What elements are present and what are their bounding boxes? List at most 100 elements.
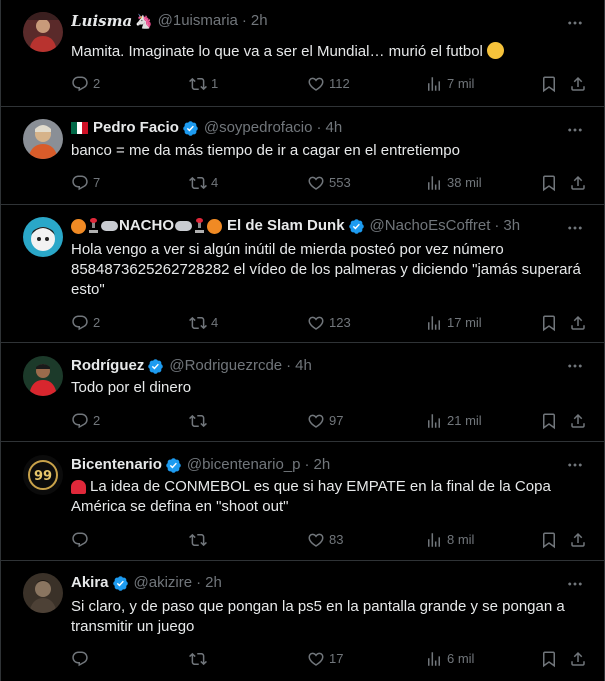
bookmark-icon [540,650,558,668]
heart-icon [307,174,325,192]
avatar[interactable] [23,119,63,159]
tweet-text-body: Mamita. Imaginate lo que va a ser el Mun… [71,43,483,60]
retweet-icon [189,75,207,93]
views-button[interactable]: 21 mil [425,411,482,431]
retweet-count: 4 [211,315,219,330]
handle[interactable]: @NachoEsCoffret [370,216,491,236]
share-button[interactable] [569,411,587,431]
reply-button[interactable]: 2 [71,313,100,333]
views-button[interactable]: 17 mil [425,313,482,333]
display-name[interactable]: Pedro Facio [93,118,179,138]
verified-badge-icon [165,457,182,474]
tweet-text-body: banco = me da más tiempo de ir a cagar e… [71,142,460,159]
like-button[interactable]: 97 [307,411,343,431]
timestamp[interactable]: 2h [205,573,222,593]
share-button[interactable] [569,173,587,193]
retweet-button[interactable]: 1 [189,74,218,94]
share-button[interactable] [569,649,587,669]
share-button[interactable] [569,313,587,333]
like-button[interactable]: 553 [307,173,351,193]
display-name[interactable]: NACHO [119,216,174,236]
views-button[interactable]: 7 mil [425,74,474,94]
reply-button[interactable]: 2 [71,411,100,431]
retweet-icon [189,531,207,549]
handle[interactable]: @Rodriguezrcde [169,356,282,376]
tweet-header: Pedro Facio @soypedrofacio · 4h [71,118,564,138]
tweet[interactable]: Akira @akizire · 2h Si claro, y de paso … [1,561,604,681]
tweet[interactable]: NACHO El de Slam Dunk @NachoEsCoffret · … [1,205,604,343]
handle[interactable]: @1uismaria [158,11,238,31]
more-icon[interactable] [566,456,584,474]
timestamp[interactable]: 4h [295,356,312,376]
more-icon[interactable] [566,219,584,237]
display-name[interactable]: Bicentenario [71,455,162,475]
retweet-button[interactable] [189,411,211,431]
display-name-suffix[interactable]: El de Slam Dunk [227,216,345,236]
avatar[interactable] [23,12,63,52]
bookmark-button[interactable] [540,173,558,193]
more-icon[interactable] [566,357,584,375]
reply-icon [71,314,89,332]
retweet-icon [189,174,207,192]
bookmark-icon [540,314,558,332]
tweet-actions: 83 8 mil [71,530,584,550]
reply-count: 7 [93,175,101,190]
like-count: 553 [329,175,351,190]
tweet-text-body: La idea de CONMEBOL es que si hay EMPATE… [71,478,551,515]
views-button[interactable]: 38 mil [425,173,482,193]
bookmark-button[interactable] [540,313,558,333]
display-name[interactable]: Akira [71,573,109,593]
bookmark-button[interactable] [540,411,558,431]
reply-button[interactable] [71,530,93,550]
tweet-actions: 7 4 553 38 mil [71,173,584,193]
share-button[interactable] [569,74,587,94]
bookmark-button[interactable] [540,530,558,550]
separator: · [494,217,500,234]
display-name[interactable]: Luisma [71,11,132,31]
like-button[interactable]: 17 [307,649,343,669]
like-count: 83 [329,532,344,547]
tweet-actions: 2 4 123 17 mil [71,313,584,333]
tweet-header: Akira @akizire · 2h [71,573,564,593]
bookmark-button[interactable] [540,74,558,94]
like-button[interactable]: 123 [307,313,351,333]
handle[interactable]: @akizire [134,573,193,593]
views-icon [425,174,443,192]
timestamp[interactable]: 2h [314,455,331,475]
reply-button[interactable]: 2 [71,74,100,94]
retweet-button[interactable]: 4 [189,173,218,193]
tweet[interactable]: Luisma 🦄 @1uismaria · 2h Mamita. Imagina… [1,0,604,107]
tweet[interactable]: Pedro Facio @soypedrofacio · 4h banco = … [1,107,604,205]
verified-badge-icon [348,218,365,235]
more-icon[interactable] [566,14,584,32]
reply-count: 2 [93,76,101,91]
reply-count: 2 [93,315,101,330]
view-count: 7 mil [447,76,475,91]
retweet-button[interactable] [189,530,211,550]
handle[interactable]: @soypedrofacio [204,118,313,138]
retweet-button[interactable]: 4 [189,313,218,333]
avatar[interactable]: 99 [23,455,63,495]
share-button[interactable] [569,530,587,550]
more-icon[interactable] [566,121,584,139]
avatar[interactable] [23,356,63,396]
bookmark-button[interactable] [540,649,558,669]
views-button[interactable]: 6 mil [425,649,474,669]
reply-button[interactable]: 7 [71,173,100,193]
retweet-button[interactable] [189,649,211,669]
timestamp[interactable]: 3h [503,216,520,236]
display-name[interactable]: Rodríguez [71,356,144,376]
avatar[interactable] [23,217,63,257]
reply-button[interactable] [71,649,93,669]
timestamp[interactable]: 4h [325,118,342,138]
more-icon[interactable] [566,575,584,593]
like-button[interactable]: 83 [307,530,343,550]
avatar[interactable] [23,573,63,613]
basketball-icon [71,218,86,234]
handle[interactable]: @bicentenario_p [187,455,301,475]
tweet[interactable]: 99 Bicentenario @bicentenario_p · 2h La … [1,442,604,561]
views-button[interactable]: 8 mil [425,530,474,550]
tweet[interactable]: Rodríguez @Rodriguezrcde · 4h Todo por e… [1,343,604,442]
timestamp[interactable]: 2h [251,11,268,31]
like-button[interactable]: 112 [307,74,350,94]
